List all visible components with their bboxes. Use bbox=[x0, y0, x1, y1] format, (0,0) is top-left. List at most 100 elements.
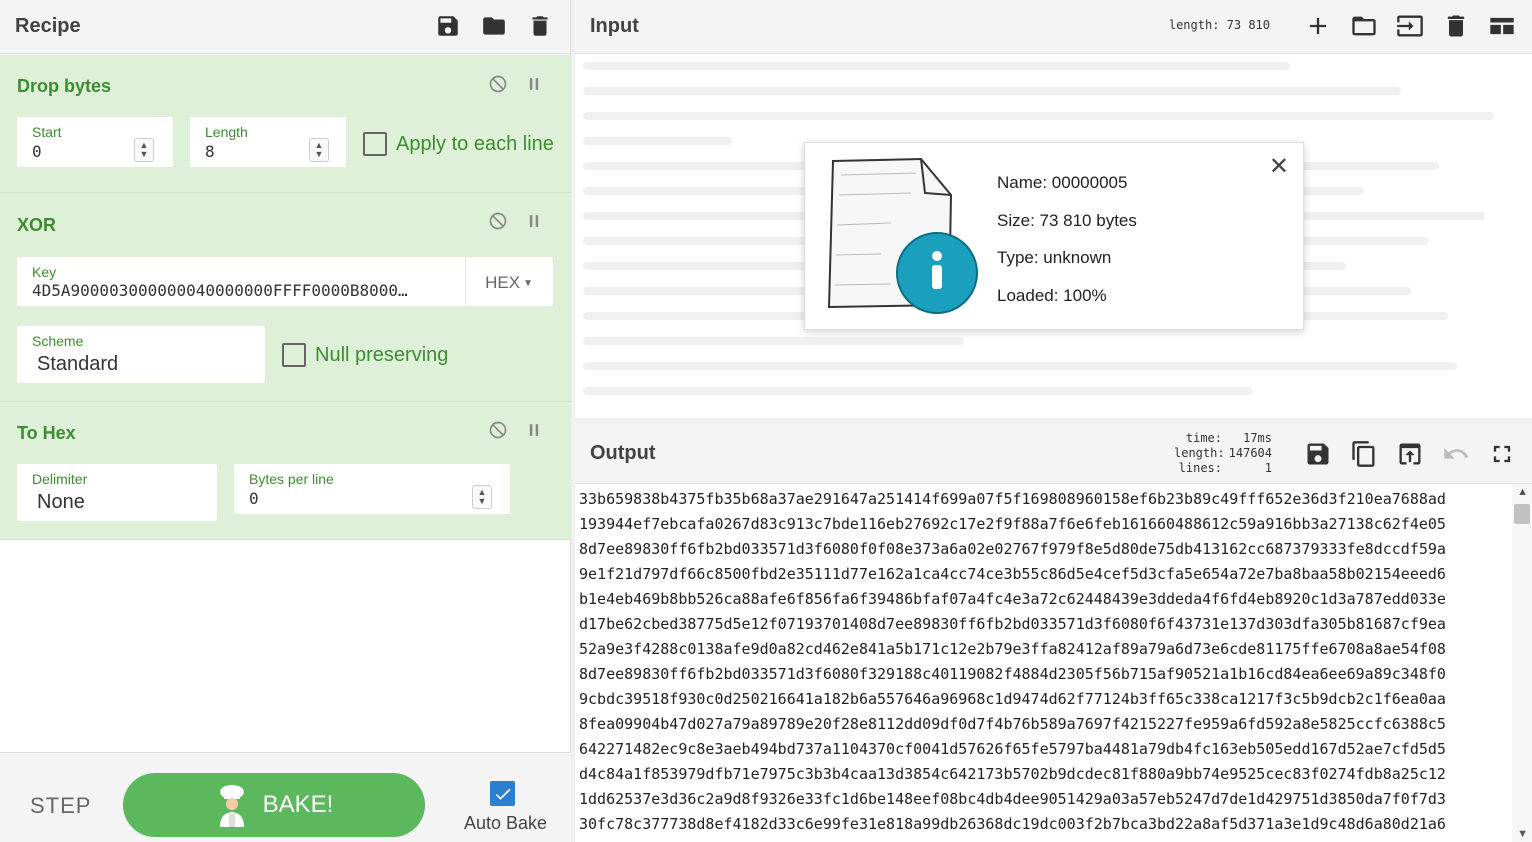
output-line: 8d7ee89830ff6fb2bd033571d3f6080f329188c4… bbox=[579, 665, 1446, 683]
clear-recipe-button[interactable] bbox=[524, 10, 556, 42]
scheme-value: Standard bbox=[37, 353, 119, 375]
lines-value: 1 bbox=[1264, 461, 1272, 475]
disable-op-button[interactable] bbox=[487, 419, 509, 441]
undo-button[interactable] bbox=[1440, 438, 1472, 470]
pause-icon bbox=[529, 215, 539, 227]
close-icon[interactable]: ✕ bbox=[1269, 152, 1289, 181]
file-type: Type: unknown bbox=[997, 248, 1112, 267]
layout-icon bbox=[1490, 17, 1514, 35]
step-button[interactable]: STEP bbox=[30, 793, 91, 819]
key-label: Key bbox=[32, 264, 57, 280]
output-text[interactable]: 33b659838b4375fb35b68a37ae291647a251414f… bbox=[579, 487, 1509, 837]
input-title: Input bbox=[590, 15, 639, 37]
length-value: 8 bbox=[205, 142, 215, 161]
caret-down-icon: ▼ bbox=[523, 277, 533, 289]
chef-icon bbox=[219, 785, 244, 827]
null-preserving-checkbox[interactable]: Null preserving bbox=[282, 343, 448, 367]
output-line: 8d7ee89830ff6fb2bd033571d3f6080f0f08e373… bbox=[579, 540, 1446, 558]
key-format-dropdown[interactable]: HEX ▼ bbox=[485, 273, 533, 293]
copy-output-button[interactable] bbox=[1348, 438, 1380, 470]
output-line: b1e4eb469b8bb526ca88afe6f856fa6f39486bfa… bbox=[579, 590, 1446, 608]
output-line: 1dd62537e3d36c2a9d8f9326e33fc1d6be148eef… bbox=[579, 790, 1446, 808]
bake-label: BAKE! bbox=[262, 791, 334, 818]
disable-icon bbox=[489, 75, 507, 93]
bytes-per-line-spinner[interactable]: ▲ ▼ bbox=[472, 485, 492, 509]
file-name: Name: 00000005 bbox=[997, 173, 1128, 192]
output-line: d4c84a1f853979dfb71e7975c3b3b4caa13d3854… bbox=[579, 765, 1446, 783]
output-scrollbar[interactable]: ▲ ▼ bbox=[1512, 484, 1532, 842]
add-input-tab-button[interactable] bbox=[1302, 10, 1334, 42]
check-icon bbox=[495, 788, 510, 800]
fullscreen-icon bbox=[1493, 445, 1511, 463]
key-value: 4D5A900003000000040000000FFFF0000B8000… bbox=[32, 281, 408, 300]
op-title-drop-bytes: Drop bytes bbox=[17, 76, 112, 96]
scroll-up-icon[interactable]: ▲ bbox=[1517, 486, 1528, 498]
folder-icon bbox=[483, 17, 505, 35]
disable-op-button[interactable] bbox=[487, 73, 509, 95]
load-recipe-button[interactable] bbox=[478, 10, 510, 42]
open-file-button[interactable] bbox=[1394, 10, 1426, 42]
apply-each-line-checkbox[interactable]: Apply to each line bbox=[363, 132, 554, 156]
operation-xor[interactable]: XOR Key 4D5A900003000000040000000FFFF000… bbox=[0, 193, 571, 402]
operation-drop-bytes[interactable]: Drop bytes Start 0 ▲ ▼ Length 8 ▲ ▼ Apply … bbox=[0, 55, 571, 193]
time-label: time: bbox=[1185, 431, 1222, 445]
apply-each-line-label: Apply to each line bbox=[396, 132, 554, 155]
start-spinner[interactable]: ▲ ▼ bbox=[134, 138, 154, 162]
open-folder-button[interactable] bbox=[1348, 10, 1380, 42]
null-preserving-label: Null preserving bbox=[315, 343, 449, 366]
auto-bake-label: Auto Bake bbox=[464, 813, 548, 833]
time-value: 17ms bbox=[1243, 431, 1272, 445]
bytes-per-line-value: 0 bbox=[249, 489, 259, 508]
checkbox-box[interactable] bbox=[282, 343, 306, 367]
lines-label: lines: bbox=[1178, 461, 1222, 475]
length-label: Length bbox=[205, 124, 248, 140]
scroll-down-icon[interactable]: ▼ bbox=[1517, 828, 1528, 840]
length-spinner[interactable]: ▲ ▼ bbox=[309, 138, 329, 162]
auto-bake-checkbox[interactable] bbox=[490, 781, 515, 806]
output-title: Output bbox=[590, 442, 656, 464]
key-format-value: HEX bbox=[485, 273, 521, 292]
operation-to-hex[interactable]: To Hex Delimiter None Bytes per line 0 ▲… bbox=[0, 402, 571, 540]
start-field[interactable]: Start 0 ▲ ▼ bbox=[17, 117, 173, 167]
file-size: Size: 73 810 bytes bbox=[997, 211, 1137, 230]
replace-input-button[interactable] bbox=[1394, 438, 1426, 470]
output-line: 9e1f21d797df66c8500fbd2e35111d77e162a1ca… bbox=[579, 565, 1446, 583]
delimiter-select[interactable]: Delimiter None bbox=[17, 464, 217, 521]
file-loaded: Loaded: 100% bbox=[997, 286, 1107, 305]
length-field[interactable]: Length 8 ▲ ▼ bbox=[190, 117, 346, 167]
clear-input-button[interactable] bbox=[1440, 10, 1472, 42]
bake-button[interactable]: BAKE! bbox=[123, 773, 425, 837]
save-output-button[interactable] bbox=[1302, 438, 1334, 470]
folder-open-icon bbox=[1352, 16, 1376, 36]
disable-op-button[interactable] bbox=[487, 210, 509, 232]
plus-icon bbox=[1309, 17, 1327, 35]
reset-layout-button[interactable] bbox=[1486, 10, 1518, 42]
breakpoint-op-button[interactable] bbox=[523, 210, 545, 232]
input-header: Input length: 73 810 bbox=[575, 0, 1532, 54]
output-line: 193944ef7ebcafa0267d83c913c7bde116eb2769… bbox=[579, 515, 1446, 533]
key-field[interactable]: Key 4D5A900003000000040000000FFFF0000B80… bbox=[17, 257, 553, 306]
recipe-header: Recipe bbox=[0, 0, 570, 54]
output-line: 642271482ec9c8e3aeb494bd737a1104370cf004… bbox=[579, 740, 1446, 758]
input-length: length: 73 810 bbox=[1168, 18, 1270, 32]
maximise-output-button[interactable] bbox=[1486, 438, 1518, 470]
undo-icon bbox=[1444, 448, 1469, 459]
output-line: 9cbdc39518f930c0d250216641a182b6a557646a… bbox=[579, 690, 1446, 708]
breakpoint-op-button[interactable] bbox=[523, 419, 545, 441]
op-title-to-hex: To Hex bbox=[17, 423, 76, 443]
delimiter-label: Delimiter bbox=[32, 471, 88, 487]
scroll-thumb[interactable] bbox=[1514, 504, 1530, 524]
output-panel: Output time: 17ms length: 147604 lines: 1 3… bbox=[575, 424, 1532, 842]
recipe-panel: Recipe Drop bytes Start 0 ▲ ▼ Length 8 ▲… bbox=[0, 0, 571, 842]
bytes-per-line-field[interactable]: Bytes per line 0 ▲ ▼ bbox=[234, 464, 510, 514]
length-value: 147604 bbox=[1228, 446, 1272, 460]
scheme-label: Scheme bbox=[32, 333, 84, 349]
breakpoint-op-button[interactable] bbox=[523, 73, 545, 95]
output-stats: time: 17ms length: 147604 lines: 1 bbox=[1172, 431, 1272, 476]
disable-icon bbox=[489, 421, 507, 439]
save-recipe-button[interactable] bbox=[432, 10, 464, 42]
checkbox-box[interactable] bbox=[363, 132, 387, 156]
scheme-select[interactable]: Scheme Standard bbox=[17, 326, 265, 383]
file-details-card: ✕ Name: 00000005 Size: 73 810 bytes Type… bbox=[804, 142, 1304, 330]
trash-icon bbox=[1447, 15, 1465, 37]
